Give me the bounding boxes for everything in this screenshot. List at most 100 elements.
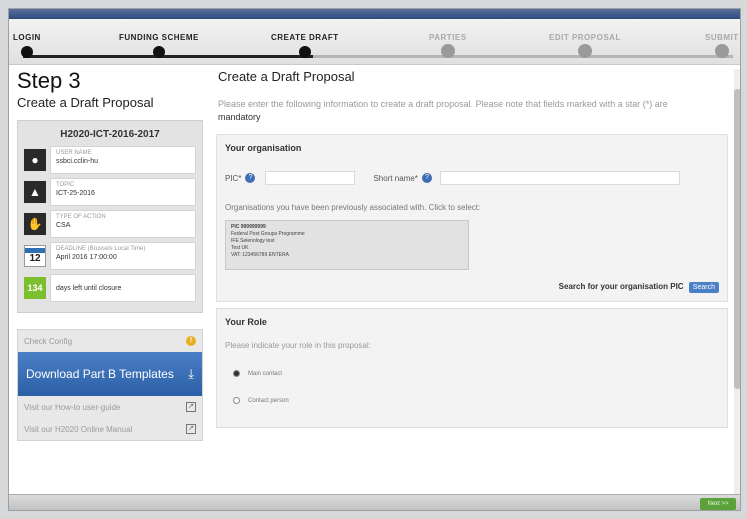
info-value: CSA — [56, 222, 71, 229]
calendar-icon: 12 — [24, 245, 46, 267]
org-line: Test UK — [231, 245, 249, 251]
step-dot — [20, 46, 33, 58]
step-label: LOGIN — [13, 33, 41, 42]
howto-guide-link[interactable]: Visit our How-to user-guide ↗ — [18, 396, 202, 418]
scrollbar[interactable] — [734, 69, 740, 499]
short-name-input[interactable] — [439, 171, 680, 185]
intro-prefix: Please enter the following information t… — [218, 99, 668, 109]
step-funding-scheme: FUNDING SCHEME — [119, 33, 199, 58]
info-value: days left until closure — [56, 284, 122, 292]
role-title: Your Role — [225, 317, 267, 327]
org-line: VAT: 123456789 ENTERA — [231, 252, 289, 258]
step-edit-proposal: EDIT PROPOSAL — [549, 33, 621, 58]
intro-mandatory: mandatory — [218, 112, 261, 122]
progress-steps: LOGIN FUNDING SCHEME CREATE DRAFT PARTIE… — [9, 19, 740, 65]
intro-text: Please enter the following information t… — [218, 98, 698, 124]
call-id: H2020-ICT-2016-2017 — [60, 129, 160, 140]
info-value: ssbci.cclin-hu — [56, 158, 99, 165]
associated-org-item[interactable]: PIC 999999999 Federal Post Groups Progra… — [225, 220, 469, 270]
check-config-label: Check Config — [24, 336, 73, 346]
info-row-topic: ▲ TOPIC ICT-25-2016 — [24, 178, 196, 206]
step-subtitle: Create a Draft Proposal — [17, 95, 154, 110]
role-question: Please indicate your role in this propos… — [225, 341, 371, 350]
side-menu: Check Config ! Download Part B Templates… — [17, 329, 203, 441]
info-key: TOPIC — [56, 182, 75, 188]
associated-orgs-text: Organisations you have been previously a… — [225, 203, 481, 212]
step-title: Step 3 — [17, 68, 81, 93]
info-key: TYPE OF ACTION — [56, 214, 106, 220]
howto-label: Visit our How-to user-guide — [24, 402, 121, 412]
title-bar — [9, 9, 740, 19]
info-row-deadline: 12 DEADLINE (Brussels Local Time) April … — [24, 242, 196, 270]
role-option-main-contact[interactable]: Main contact — [233, 370, 719, 377]
step-dot — [152, 46, 165, 58]
info-row-action-type: ✋ TYPE OF ACTION CSA — [24, 210, 196, 238]
external-link-icon: ↗ — [186, 424, 196, 434]
step-label: CREATE DRAFT — [271, 33, 339, 42]
next-button[interactable]: Next >> — [700, 498, 736, 510]
step-create-draft: CREATE DRAFT — [271, 33, 339, 58]
download-icon: ⤓ — [188, 366, 194, 381]
info-box: TYPE OF ACTION CSA — [50, 210, 196, 238]
organisation-title: Your organisation — [225, 143, 302, 153]
organisation-section: Your organisation PIC* ? Short name* ? O… — [216, 134, 728, 302]
app-window: LOGIN FUNDING SCHEME CREATE DRAFT PARTIE… — [8, 8, 741, 511]
info-box: DEADLINE (Brussels Local Time) April 201… — [50, 242, 196, 270]
info-value: ICT-25-2016 — [56, 190, 95, 197]
role-section: Your Role Please indicate your role in t… — [216, 308, 728, 428]
download-templates-button[interactable]: Download Part B Templates ⤓ — [18, 352, 202, 396]
pic-row: PIC* ? Short name* ? — [225, 171, 719, 185]
page-title: Create a Draft Proposal — [218, 69, 355, 84]
info-box: days left until closure — [50, 274, 196, 302]
step-dot — [577, 44, 592, 58]
search-button[interactable]: Search — [688, 282, 719, 293]
warning-icon: ! — [186, 336, 196, 346]
check-config-link[interactable]: Check Config ! — [18, 330, 202, 352]
step-label: FUNDING SCHEME — [119, 33, 199, 42]
user-icon: ● — [24, 149, 46, 171]
call-info-box: H2020-ICT-2016-2017 ● USER NAME ssbci.cc… — [17, 120, 203, 313]
radio-label: Main contact — [248, 370, 283, 377]
manual-label: Visit our H2020 Online Manual — [24, 424, 133, 434]
progress-line-todo — [313, 55, 733, 58]
external-link-icon: ↗ — [186, 402, 196, 412]
step-parties: PARTIES — [429, 33, 467, 58]
short-name-label: Short name* — [373, 173, 418, 183]
info-value: April 2016 17:00:00 — [56, 254, 117, 261]
step-submit: SUBMIT — [705, 33, 739, 58]
scrollbar-thumb[interactable] — [734, 89, 740, 389]
online-manual-link[interactable]: Visit our H2020 Online Manual ↗ — [18, 418, 202, 440]
pic-input[interactable] — [265, 171, 356, 185]
org-line: PIC 999999999 — [231, 224, 266, 230]
search-label: Search for your organisation PIC — [558, 282, 684, 291]
step-label: PARTIES — [429, 33, 467, 42]
role-option-contact-person[interactable]: Contact person — [233, 397, 719, 404]
info-row-user: ● USER NAME ssbci.cclin-hu — [24, 146, 196, 174]
topic-icon: ▲ — [24, 181, 46, 203]
info-key: USER NAME — [56, 150, 92, 156]
step-label: SUBMIT — [705, 33, 739, 42]
bottom-bar: Next >> — [9, 494, 740, 510]
org-line: IFE Selenology test — [231, 238, 275, 244]
action-type-icon: ✋ — [24, 213, 46, 235]
step-login: LOGIN — [13, 33, 41, 58]
help-icon[interactable]: ? — [245, 173, 256, 183]
step-dot — [440, 44, 455, 58]
pic-label: PIC* — [225, 173, 242, 183]
calendar-day: 12 — [29, 253, 41, 264]
step-dot — [298, 46, 311, 58]
radio-label: Contact person — [248, 397, 289, 404]
info-box: USER NAME ssbci.cclin-hu — [50, 146, 196, 174]
search-row: Search for your organisation PIC Search — [225, 282, 719, 293]
org-line: Federal Post Groups Programme — [231, 231, 305, 237]
radio-button[interactable] — [233, 370, 240, 377]
days-left-icon: 134 — [24, 277, 46, 299]
info-key: DEADLINE (Brussels Local Time) — [56, 246, 146, 252]
step-label: EDIT PROPOSAL — [549, 33, 621, 42]
help-icon[interactable]: ? — [421, 173, 432, 183]
main-panel: Create a Draft Proposal Please enter the… — [216, 69, 728, 501]
radio-button[interactable] — [233, 397, 240, 404]
info-box: TOPIC ICT-25-2016 — [50, 178, 196, 206]
download-label: Download Part B Templates — [26, 367, 174, 381]
info-row-days-left: 134 days left until closure — [24, 274, 196, 302]
